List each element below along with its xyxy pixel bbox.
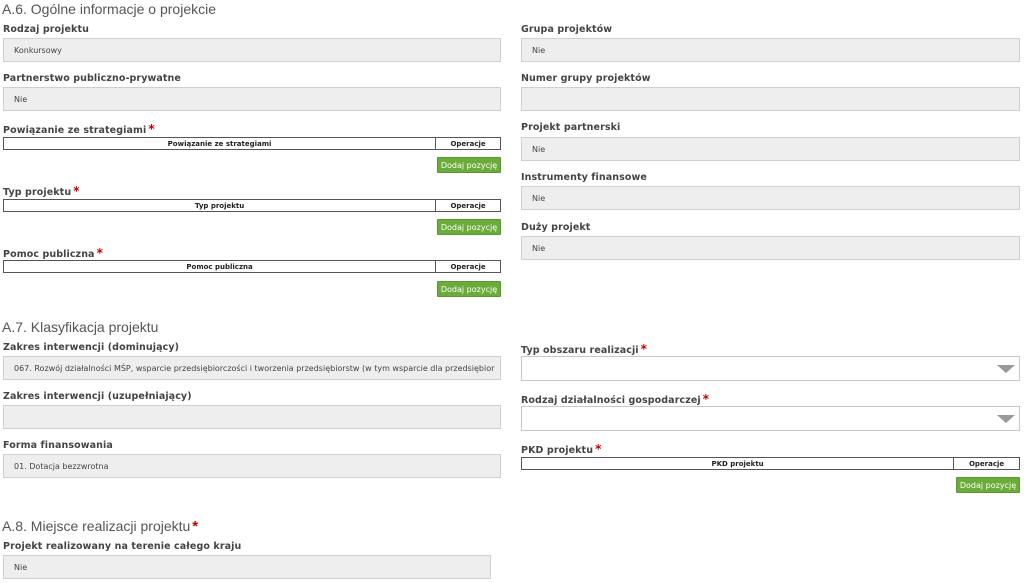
rodzaj-dzialalnosci-label-text: Rodzaj działalności gospodarczej [521, 395, 701, 406]
partnerstwo-field[interactable]: Nie [3, 87, 501, 111]
required-marker: * [73, 184, 80, 198]
numer-grupy-label: Numer grupy projektów [521, 73, 651, 84]
partnerstwo-label: Partnerstwo publiczno-prywatne [3, 73, 181, 84]
required-marker: * [192, 518, 199, 535]
projekt-partnerski-field[interactable]: Nie [521, 137, 1020, 161]
typ-projektu-add-button[interactable]: Dodaj pozycję [437, 219, 501, 235]
typ-obszaru-select[interactable] [521, 356, 1020, 381]
section-a6-title: A.6. Ogólne informacje o projekcie [2, 1, 216, 17]
zakres-dominujacy-label: Zakres interwencji (dominujący) [3, 342, 180, 353]
rodzaj-dzialalnosci-select[interactable] [521, 406, 1020, 431]
zakres-uzupelniajacy-field[interactable] [3, 405, 501, 429]
pomoc-publiczna-label-text: Pomoc publiczna [3, 249, 95, 260]
operacje-col-header: Operacje [435, 138, 500, 149]
pomoc-publiczna-col-header: Pomoc publiczna [186, 262, 253, 271]
typ-projektu-label-text: Typ projektu [3, 187, 72, 198]
typ-projektu-label: Typ projektu * [3, 184, 80, 198]
required-marker: * [640, 342, 648, 356]
numer-grupy-field[interactable] [521, 87, 1020, 111]
pkd-col-header: PKD projektu [711, 459, 764, 468]
typ-obszaru-label-text: Typ obszaru realizacji [521, 345, 639, 356]
required-marker: * [96, 246, 103, 260]
rodzaj-dzialalnosci-label: Rodzaj działalności gospodarczej * [521, 392, 709, 406]
operacje-col-header: Operacje [435, 200, 500, 211]
rodzaj-projektu-field[interactable]: Konkursowy [3, 38, 501, 62]
zakres-dominujacy-field[interactable]: 067. Rozwój działalności MŚP, wsparcie p… [3, 356, 501, 380]
required-marker: * [148, 122, 155, 136]
chevron-down-icon[interactable] [997, 415, 1015, 423]
duzy-projekt-field[interactable]: Nie [521, 236, 1020, 260]
section-a8-title: A.8. Miejsce realizacji projektu * [2, 518, 198, 535]
powiazanie-label: Powiązanie ze strategiami * [3, 122, 155, 136]
typ-projektu-table: Typ projektu Operacje [3, 199, 501, 212]
pomoc-publiczna-add-button[interactable]: Dodaj pozycję [437, 281, 501, 297]
typ-projektu-col-header: Typ projektu [194, 201, 245, 210]
powiazanie-col-header: Powiązanie ze strategiami [167, 139, 272, 148]
pkd-add-button[interactable]: Dodaj pozycję [956, 477, 1020, 493]
section-a7-title: A.7. Klasyfikacja projektu [2, 319, 159, 335]
projekt-partnerski-label: Projekt partnerski [521, 122, 621, 133]
caly-kraj-label: Projekt realizowany na terenie całego kr… [3, 541, 242, 552]
pomoc-publiczna-label: Pomoc publiczna * [3, 246, 103, 260]
forma-finansowania-label: Forma finansowania [3, 440, 113, 451]
required-marker: * [595, 442, 602, 456]
instrumenty-label: Instrumenty finansowe [521, 172, 647, 183]
chevron-down-icon[interactable] [997, 365, 1015, 373]
caly-kraj-field[interactable]: Nie [3, 555, 491, 579]
powiazanie-label-text: Powiązanie ze strategiami [3, 125, 147, 136]
zakres-uzupelniajacy-label: Zakres interwencji (uzupełniający) [3, 391, 192, 402]
duzy-projekt-label: Duży projekt [521, 222, 591, 233]
typ-obszaru-label: Typ obszaru realizacji * [521, 342, 647, 356]
forma-finansowania-field[interactable]: 01. Dotacja bezzwrotna [3, 454, 501, 478]
section-a8-title-text: A.8. Miejsce realizacji projektu [2, 518, 191, 534]
grupa-projektow-field[interactable]: Nie [521, 38, 1020, 62]
pkd-label-text: PKD projektu [521, 445, 594, 456]
operacje-col-header: Operacje [435, 261, 500, 272]
pomoc-publiczna-table: Pomoc publiczna Operacje [3, 260, 501, 273]
instrumenty-field[interactable]: Nie [521, 186, 1020, 210]
operacje-col-header: Operacje [953, 458, 1019, 469]
required-marker: * [702, 392, 710, 406]
pkd-label: PKD projektu * [521, 442, 601, 456]
rodzaj-projektu-label: Rodzaj projektu [3, 24, 89, 35]
pkd-table: PKD projektu Operacje [521, 457, 1020, 470]
powiazanie-table: Powiązanie ze strategiami Operacje [3, 137, 501, 150]
grupa-projektow-label: Grupa projektów [521, 24, 613, 35]
powiazanie-add-button[interactable]: Dodaj pozycję [437, 157, 501, 173]
